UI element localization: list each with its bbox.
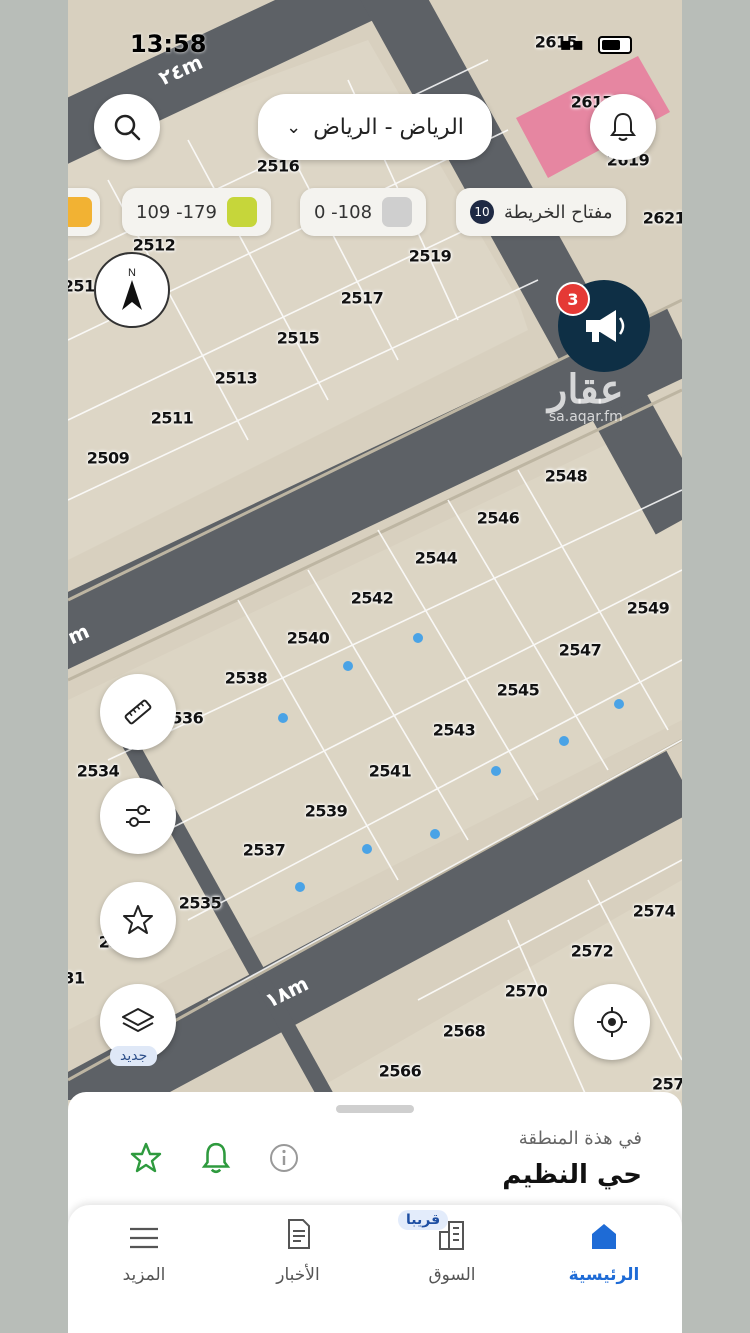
status-time: 13:58 xyxy=(130,30,207,58)
chevron-down-icon: ⌄ xyxy=(286,116,302,138)
tab-news[interactable]: الأخبار xyxy=(238,1205,358,1305)
plot-number[interactable]: 2572 xyxy=(571,942,614,961)
plot-number[interactable]: 2539 xyxy=(305,802,348,821)
plot-number[interactable]: 2538 xyxy=(225,669,268,688)
bell-icon xyxy=(201,1142,231,1174)
crosshair-icon xyxy=(597,1007,627,1037)
tab-more-label: المزيد xyxy=(122,1265,166,1285)
plot-number[interactable]: 2543 xyxy=(433,721,476,740)
watermark-url: sa.aqar.fm xyxy=(548,409,623,425)
tab-more[interactable]: المزيد xyxy=(84,1205,204,1305)
map-key-label: مفتاح الخريطة xyxy=(504,201,613,223)
star-icon xyxy=(130,1142,162,1173)
plot-number[interactable]: 2515 xyxy=(277,329,320,348)
plot-number[interactable]: 2544 xyxy=(415,549,458,568)
legend-swatch-gray xyxy=(382,197,413,227)
watermark: عقار sa.aqar.fm xyxy=(548,366,624,425)
compass-icon: N xyxy=(122,267,142,310)
tab-home[interactable]: الرئيسية xyxy=(544,1205,664,1305)
phone-screen: 2615261726192621251625142512251025192517… xyxy=(68,0,682,1333)
plot-number[interactable]: 2621 xyxy=(643,209,682,228)
search-button[interactable] xyxy=(94,94,160,160)
plot-number[interactable]: 2574 xyxy=(633,902,676,921)
plot-number[interactable]: 2568 xyxy=(443,1022,486,1041)
plot-number[interactable]: 2540 xyxy=(287,629,330,648)
megaphone-icon xyxy=(586,310,625,342)
sheet-handle[interactable] xyxy=(336,1105,414,1113)
plot-number[interactable]: 2537 xyxy=(243,841,286,860)
locate-button[interactable] xyxy=(574,984,650,1060)
legend-chip-high[interactable] xyxy=(68,188,100,236)
map-key-button[interactable]: مفتاح الخريطة 10 xyxy=(456,188,627,236)
menu-icon xyxy=(130,1227,158,1249)
city-name: الرياض - الرياض xyxy=(313,114,464,140)
signal-icon: ▪▪ xyxy=(559,34,584,55)
plot-number[interactable]: 2535 xyxy=(179,894,222,913)
legend-chip-low[interactable]: 0 -108 xyxy=(300,188,427,236)
filters-button[interactable] xyxy=(100,778,176,854)
area-title: حي النظيم xyxy=(502,1160,642,1190)
news-icon xyxy=(288,1219,310,1249)
plot-number[interactable]: 2534 xyxy=(77,762,120,781)
plot-number[interactable]: 2542 xyxy=(351,589,394,608)
plot-number[interactable]: 2566 xyxy=(379,1062,422,1081)
legend-swatch-orange xyxy=(68,197,92,227)
plot-number[interactable]: 2541 xyxy=(369,762,412,781)
plot-number[interactable]: 2509 xyxy=(87,449,130,468)
plot-number[interactable]: 2513 xyxy=(215,369,258,388)
area-alerts-button[interactable] xyxy=(198,1140,234,1176)
plot-number[interactable]: 2545 xyxy=(497,681,540,700)
tab-bar: الرئيسية السوق الأخبار المزيد xyxy=(68,1205,682,1333)
search-icon xyxy=(114,114,141,141)
compass-button[interactable]: N xyxy=(94,252,170,328)
plot-number[interactable]: 2547 xyxy=(559,641,602,660)
tab-market-label: السوق xyxy=(428,1265,476,1285)
announcements-badge: 3 xyxy=(556,282,590,316)
sliders-icon xyxy=(126,805,150,827)
legend-chip-low-label: 0 -108 xyxy=(314,201,373,223)
bell-icon xyxy=(610,112,636,141)
plot-number[interactable]: 31 xyxy=(68,969,85,988)
plot-number[interactable]: 2519 xyxy=(409,247,452,266)
favorite-area-button[interactable] xyxy=(128,1140,164,1176)
plot-number[interactable]: 2549 xyxy=(627,599,670,618)
plot-number[interactable]: 2548 xyxy=(545,467,588,486)
area-subtitle: في هذة المنطقة xyxy=(518,1128,642,1149)
favorites-button[interactable] xyxy=(100,882,176,958)
home-icon xyxy=(592,1224,616,1249)
tab-home-label: الرئيسية xyxy=(568,1265,640,1285)
plot-number[interactable]: 2512 xyxy=(133,236,176,255)
plot-number[interactable]: 2546 xyxy=(477,509,520,528)
battery-icon xyxy=(598,35,632,54)
svg-text:N: N xyxy=(128,267,136,279)
layers-icon xyxy=(122,1008,154,1033)
map-key-count: 10 xyxy=(470,200,494,224)
watermark-brand: عقار xyxy=(548,366,624,413)
notifications-button[interactable] xyxy=(590,94,656,160)
city-selector[interactable]: الرياض - الرياض ⌄ xyxy=(258,94,492,160)
plot-number[interactable]: 2517 xyxy=(341,289,384,308)
measure-button[interactable] xyxy=(100,674,176,750)
plot-number[interactable]: 257 xyxy=(652,1075,682,1094)
area-info-button[interactable] xyxy=(266,1140,302,1176)
plot-number[interactable]: 2511 xyxy=(151,409,194,428)
legend-chip-mid[interactable]: 109 -179 xyxy=(122,188,271,236)
info-icon xyxy=(270,1144,298,1172)
new-tag: جديد xyxy=(110,1046,158,1066)
plot-number[interactable]: 2570 xyxy=(505,982,548,1001)
tab-news-label: الأخبار xyxy=(276,1265,320,1285)
legend-chip-mid-label: 109 -179 xyxy=(136,201,217,223)
ruler-icon xyxy=(124,699,152,725)
legend-swatch-lime xyxy=(226,197,257,227)
star-icon xyxy=(123,905,153,934)
market-soon-badge: قريبا xyxy=(398,1210,449,1230)
status-indicators: ▪▪ xyxy=(560,34,632,55)
